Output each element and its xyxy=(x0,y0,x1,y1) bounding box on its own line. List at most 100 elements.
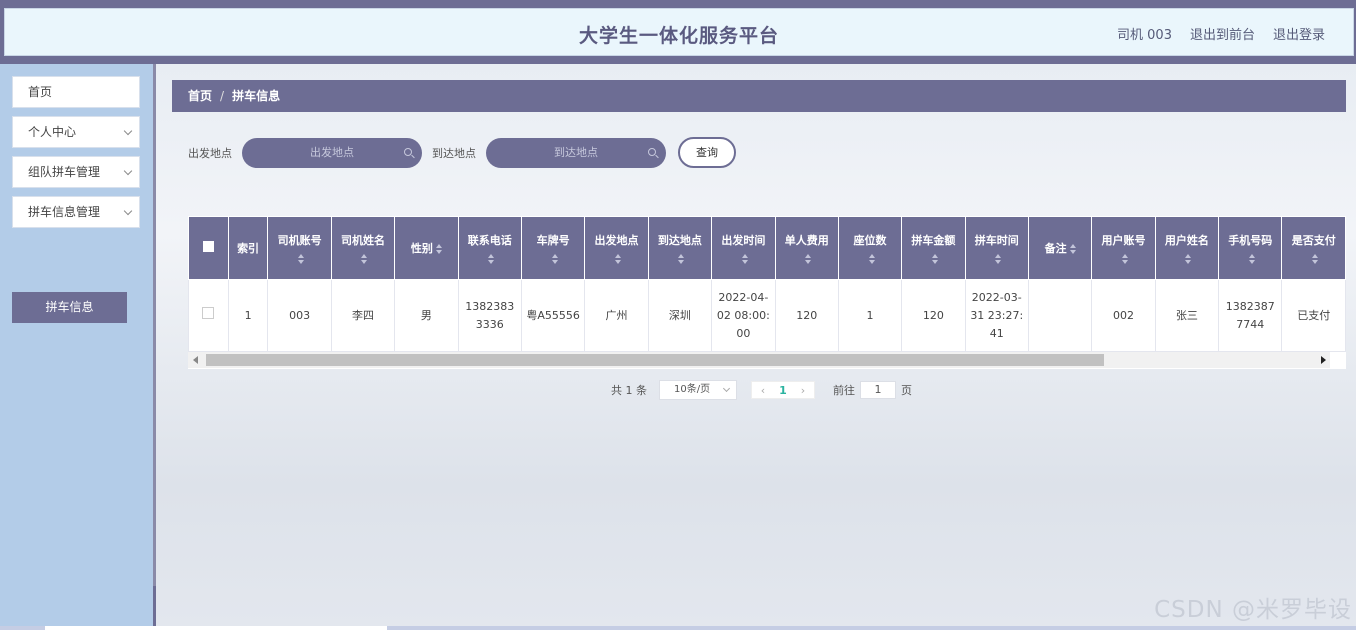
sort-icon[interactable] xyxy=(1185,253,1192,264)
pagination: 共 1 条 10条/页 ‹ 1 › 前往 1 页 xyxy=(611,380,912,400)
column-header[interactable]: 用户姓名 xyxy=(1154,216,1220,280)
scroll-right-icon[interactable] xyxy=(1321,356,1326,364)
sidebar-subitem-carpool-info[interactable]: 拼车信息 xyxy=(12,292,127,323)
column-header[interactable]: 备注 xyxy=(1027,216,1093,280)
sort-icon[interactable] xyxy=(435,244,442,254)
sort-icon[interactable] xyxy=(361,253,368,264)
column-header[interactable]: 用户账号 xyxy=(1091,216,1156,280)
column-header[interactable]: 单人费用 xyxy=(774,216,839,280)
sort-icon[interactable] xyxy=(741,253,748,264)
breadcrumb-current: 拼车信息 xyxy=(232,89,281,103)
column-header[interactable]: 拼车时间 xyxy=(964,216,1029,280)
sort-icon[interactable] xyxy=(995,253,1002,264)
bottom-strip xyxy=(0,626,1356,630)
column-header[interactable]: 司机账号 xyxy=(267,216,332,280)
table-cell: 120 xyxy=(774,279,839,352)
sidebar-item-home[interactable]: 首页 xyxy=(12,76,140,108)
search-bar: 出发地点 出发地点 到达地点 到达地点 查询 xyxy=(188,137,736,168)
select-all-checkbox[interactable] xyxy=(188,216,229,280)
table-row[interactable]: 1 003 李四 男 13823833336 粤A55556 广州 深圳 202… xyxy=(188,279,1346,352)
table-cell: 1 xyxy=(837,279,903,352)
sort-icon[interactable] xyxy=(551,253,558,264)
goto-page-input[interactable]: 1 xyxy=(860,381,896,399)
top-actions: 司机 003 退出到前台 退出登录 xyxy=(1117,24,1325,43)
table-cell: 1 xyxy=(227,279,269,352)
sort-icon[interactable] xyxy=(615,253,622,264)
column-header[interactable]: 车牌号 xyxy=(520,216,586,280)
page-size-select[interactable]: 10条/页 xyxy=(659,380,737,400)
sidebar-item-label: 拼车信息管理 xyxy=(28,205,101,219)
from-label: 出发地点 xyxy=(188,146,232,160)
back-to-front-link[interactable]: 退出到前台 xyxy=(1190,24,1255,43)
table-cell: 广州 xyxy=(584,279,649,352)
main-content: 首页 / 拼车信息 出发地点 出发地点 到达地点 到达地点 查询 索引 司机账号 司… xyxy=(156,64,1356,626)
column-header[interactable]: 到达地点 xyxy=(647,216,713,280)
chevron-down-icon xyxy=(722,384,731,393)
horizontal-scrollbar[interactable] xyxy=(188,352,1330,368)
sort-icon[interactable] xyxy=(931,253,938,264)
table-cell: 120 xyxy=(901,279,966,352)
header-strip xyxy=(0,56,1356,64)
sidebar: 首页 个人中心 组队拼车管理 拼车信息管理 拼车信息 xyxy=(0,64,153,630)
sidebar-item-label: 首页 xyxy=(28,85,53,99)
current-user[interactable]: 司机 003 xyxy=(1117,24,1172,43)
table-cell: 李四 xyxy=(330,279,396,352)
sidebar-item-personal-center[interactable]: 个人中心 xyxy=(12,116,140,148)
sort-icon[interactable] xyxy=(678,253,685,264)
chevron-down-icon xyxy=(123,126,133,136)
top-header: 大学生一体化服务平台 司机 003 退出到前台 退出登录 xyxy=(4,8,1354,56)
table-cell: 2022-04-02 08:00:00 xyxy=(711,279,776,352)
table-cell: 男 xyxy=(394,279,459,352)
column-header[interactable]: 性别 xyxy=(394,216,459,280)
table-cell xyxy=(1027,279,1093,352)
goto-label: 前往 xyxy=(833,384,855,397)
logout-link[interactable]: 退出登录 xyxy=(1273,24,1325,43)
next-page-button[interactable]: › xyxy=(792,384,814,397)
table-cell: 深圳 xyxy=(647,279,713,352)
column-header[interactable]: 是否支付 xyxy=(1281,216,1346,280)
table-cell: 002 xyxy=(1091,279,1156,352)
sidebar-item-carpool-info-mgmt[interactable]: 拼车信息管理 xyxy=(12,196,140,228)
page-number-current[interactable]: 1 xyxy=(774,384,792,397)
carpool-table: 索引 司机账号 司机姓名 性别 联系电话 车牌号 出发地点 到达地点 出发时间 … xyxy=(188,216,1346,369)
column-header[interactable]: 座位数 xyxy=(837,216,903,280)
from-location-input[interactable]: 出发地点 xyxy=(242,137,422,168)
breadcrumb-separator: / xyxy=(220,89,225,103)
to-location-input[interactable]: 到达地点 xyxy=(486,137,666,168)
sort-icon[interactable] xyxy=(868,253,875,264)
page-nav: ‹ 1 › xyxy=(751,381,815,399)
column-header[interactable]: 拼车金额 xyxy=(901,216,966,280)
prev-page-button[interactable]: ‹ xyxy=(752,384,774,397)
scrollbar-thumb[interactable] xyxy=(206,354,1104,366)
column-header[interactable]: 出发地点 xyxy=(584,216,649,280)
sort-icon[interactable] xyxy=(298,253,305,264)
sort-icon[interactable] xyxy=(1069,244,1076,254)
row-checkbox[interactable] xyxy=(188,279,229,352)
to-placeholder: 到达地点 xyxy=(554,145,598,159)
checkbox-icon xyxy=(202,306,215,319)
sort-icon[interactable] xyxy=(488,253,495,264)
sidebar-item-team-carpool[interactable]: 组队拼车管理 xyxy=(12,156,140,188)
sort-icon[interactable] xyxy=(805,253,812,264)
table-cell: 13823833336 xyxy=(457,279,522,352)
column-header[interactable]: 手机号码 xyxy=(1218,216,1283,280)
chevron-down-icon xyxy=(123,206,133,216)
scroll-left-icon[interactable] xyxy=(193,356,198,364)
search-icon xyxy=(648,147,656,156)
sidebar-item-label: 个人中心 xyxy=(28,125,77,139)
sort-icon[interactable] xyxy=(1248,253,1255,264)
column-header[interactable]: 出发时间 xyxy=(711,216,776,280)
page-unit-label: 页 xyxy=(901,384,912,397)
search-icon xyxy=(404,147,412,156)
breadcrumb-home[interactable]: 首页 xyxy=(188,89,212,103)
sort-icon[interactable] xyxy=(1312,253,1319,264)
sort-icon[interactable] xyxy=(1121,253,1128,264)
query-button[interactable]: 查询 xyxy=(678,137,736,168)
column-header[interactable]: 联系电话 xyxy=(457,216,522,280)
total-count: 共 1 条 xyxy=(611,384,647,397)
column-header[interactable]: 司机姓名 xyxy=(330,216,396,280)
to-label: 到达地点 xyxy=(432,146,476,160)
table-cell: 粤A55556 xyxy=(520,279,586,352)
table-cell: 张三 xyxy=(1154,279,1220,352)
page-size-value: 10条/页 xyxy=(674,384,711,395)
